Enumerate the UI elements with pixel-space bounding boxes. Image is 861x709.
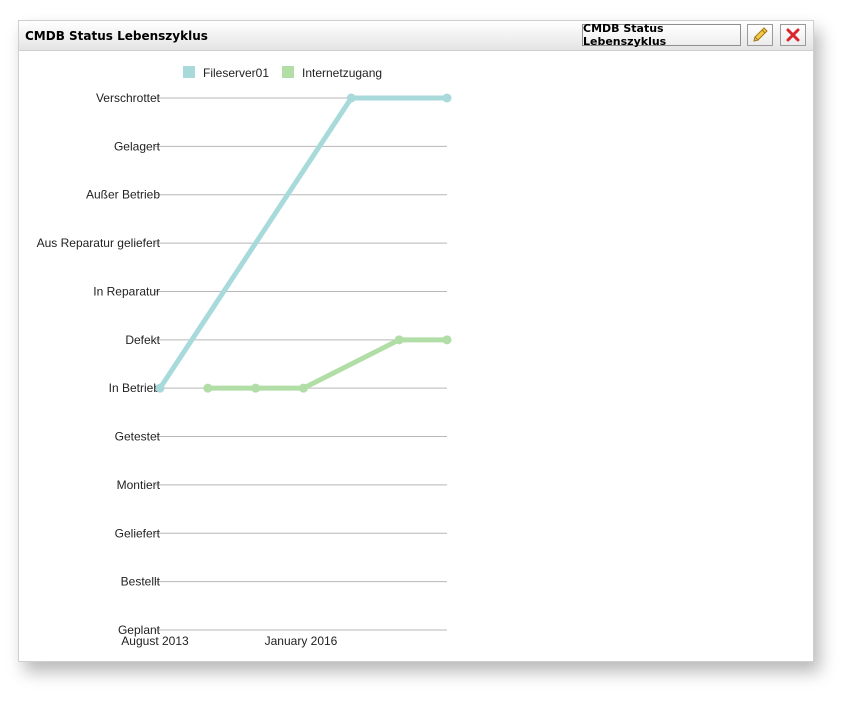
widget-titlebar[interactable]: CMDB Status Lebenszyklus CMDB Status Leb… bbox=[19, 21, 813, 51]
legend-label: Internetzugang bbox=[302, 66, 382, 80]
data-point bbox=[394, 335, 404, 345]
legend-label: Fileserver01 bbox=[203, 66, 269, 80]
y-tick-label: Getestet bbox=[115, 430, 161, 444]
y-tick-label: Geliefert bbox=[115, 526, 161, 540]
y-tick-label: In Reparatur bbox=[93, 284, 160, 298]
widget-title: CMDB Status Lebenszyklus bbox=[25, 29, 208, 43]
y-tick-label: Bestellt bbox=[121, 575, 161, 589]
edit-button[interactable] bbox=[747, 24, 773, 46]
y-tick-label: In Betrieb bbox=[109, 381, 161, 395]
data-point bbox=[251, 383, 261, 393]
y-tick-label: Verschrottet bbox=[96, 91, 161, 105]
data-point bbox=[442, 335, 452, 345]
data-point bbox=[203, 383, 213, 393]
legend-swatch bbox=[183, 66, 195, 78]
data-point bbox=[155, 383, 165, 393]
widget-panel: CMDB Status Lebenszyklus CMDB Status Leb… bbox=[18, 20, 814, 662]
data-point bbox=[299, 383, 308, 393]
close-icon bbox=[786, 28, 800, 42]
x-tick-label: August 2013 bbox=[121, 634, 189, 648]
widget-config-button[interactable]: CMDB Status Lebenszyklus bbox=[582, 22, 741, 48]
pencil-icon bbox=[753, 27, 768, 42]
y-tick-label: Außer Betrieb bbox=[86, 188, 160, 202]
lifecycle-chart: Fileserver01 Internetzugang GeplantBestel… bbox=[37, 66, 452, 648]
y-tick-label: Defekt bbox=[125, 333, 160, 347]
y-tick-label: Gelagert bbox=[114, 139, 161, 153]
y-tick-label: Montiert bbox=[117, 478, 161, 492]
data-point bbox=[346, 93, 356, 103]
series-line bbox=[205, 337, 450, 391]
legend-swatch bbox=[282, 66, 294, 78]
x-tick-label: January 2016 bbox=[265, 634, 338, 648]
close-button[interactable] bbox=[780, 24, 806, 46]
data-point bbox=[442, 93, 452, 103]
y-tick-label: Aus Reparatur geliefert bbox=[37, 236, 161, 250]
